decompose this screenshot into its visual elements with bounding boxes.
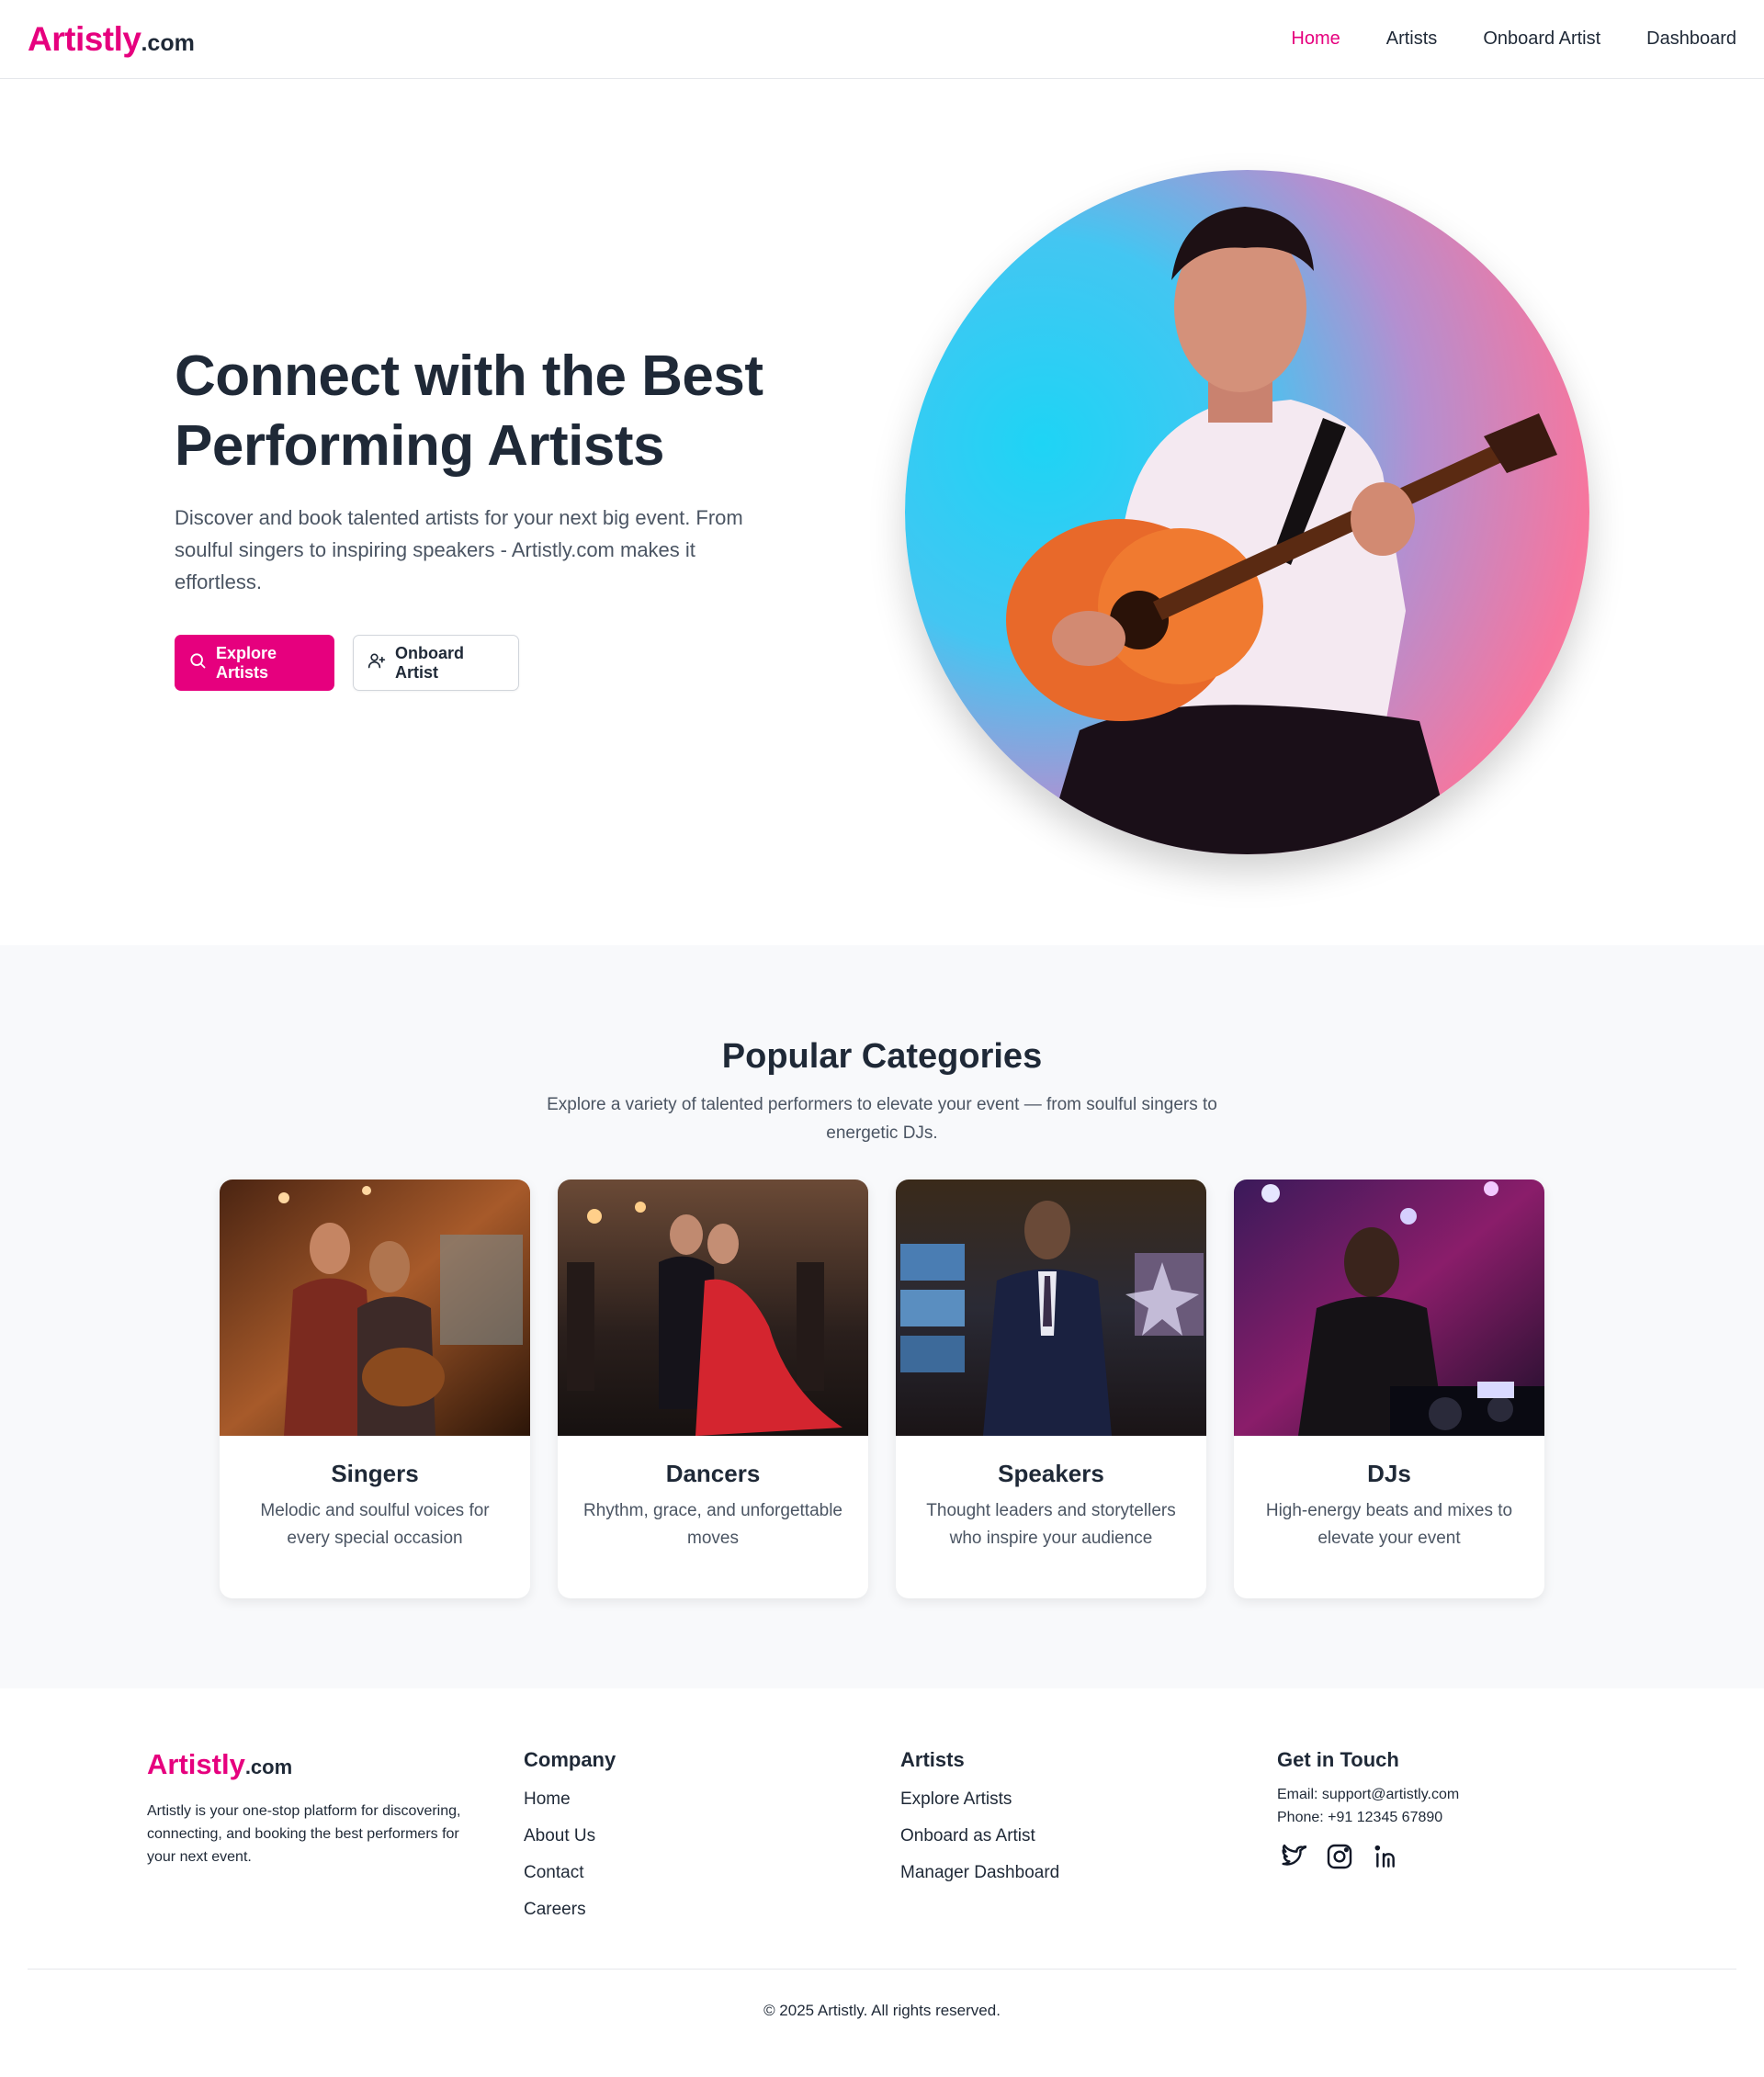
footer-link-explore-artists[interactable]: Explore Artists	[900, 1781, 1059, 1818]
card-desc-singers: Melodic and soulful voices for every spe…	[260, 1501, 490, 1548]
footer-company-heading: Company	[524, 1748, 616, 1771]
categories-subtitle: Explore a variety of talented performers…	[547, 1095, 1217, 1143]
footer-copyright: © 2025 Artistly. All rights reserved.	[763, 2002, 1001, 2019]
hero-guitarist-image	[905, 170, 1589, 854]
footer-artists: Artists Explore Artists Onboard as Artis…	[900, 1748, 1059, 1891]
category-card-speakers[interactable]: Speakers Thought leaders and storyteller…	[896, 1180, 1206, 1598]
footer-divider	[28, 1969, 1736, 1970]
card-body: DJs High-energy beats and mixes to eleva…	[1234, 1436, 1544, 1552]
footer: Artistly .com Artistly is your one-stop p…	[0, 1688, 1764, 2077]
hero-subtitle: Discover and book talented artists for y…	[175, 506, 743, 593]
logo-tld: .com	[141, 29, 195, 56]
card-desc-dancers: Rhythm, grace, and unforgettable moves	[582, 1501, 842, 1548]
card-title-singers: Singers	[331, 1460, 419, 1487]
card-body: Dancers Rhythm, grace, and unforgettable…	[558, 1436, 868, 1552]
twitter-icon[interactable]	[1277, 1842, 1308, 1871]
footer-contact-heading: Get in Touch	[1277, 1748, 1399, 1771]
footer-logo-brand: Artistly	[147, 1748, 245, 1780]
category-card-djs[interactable]: DJs High-energy beats and mixes to eleva…	[1234, 1180, 1544, 1598]
nav-link-artists[interactable]: Artists	[1386, 28, 1438, 50]
nav-link-onboard-artist[interactable]: Onboard Artist	[1483, 28, 1600, 50]
footer-link-careers[interactable]: Careers	[524, 1891, 616, 1928]
nav-links: Home Artists Onboard Artist Dashboard	[1291, 28, 1736, 50]
footer-link-manager-dashboard[interactable]: Manager Dashboard	[900, 1855, 1059, 1891]
footer-link-about-us[interactable]: About Us	[524, 1818, 616, 1855]
nav-link-dashboard[interactable]: Dashboard	[1646, 28, 1736, 50]
card-desc-djs: High-energy beats and mixes to elevate y…	[1265, 1501, 1513, 1548]
footer-social	[1277, 1842, 1459, 1871]
footer-artists-links: Explore Artists Onboard as Artist Manage…	[900, 1781, 1059, 1891]
footer-logo-tld: .com	[244, 1755, 293, 1778]
footer-link-contact[interactable]: Contact	[524, 1855, 616, 1891]
card-body: Speakers Thought leaders and storyteller…	[896, 1436, 1206, 1552]
onboard-artist-button[interactable]: Onboard Artist	[353, 635, 519, 691]
footer-description: Artistly is your one-stop platform for d…	[147, 1803, 461, 1865]
explore-artists-label: Explore Artists	[216, 643, 277, 682]
speakers-image	[896, 1180, 1206, 1436]
card-desc-speakers: Thought leaders and storytellers who ins…	[926, 1501, 1176, 1548]
search-icon	[188, 651, 207, 674]
hero-text: Connect with the Best Performing Artists…	[175, 342, 799, 691]
footer-phone[interactable]: Phone: +91 12345 67890	[1277, 1806, 1459, 1829]
footer-contact-info: Email: support@artistly.com Phone: +91 1…	[1277, 1783, 1459, 1829]
navbar: Artistly .com Home Artists Onboard Artist…	[0, 0, 1764, 79]
linkedin-icon[interactable]	[1373, 1842, 1402, 1871]
user-plus-icon	[368, 651, 386, 674]
footer-link-onboard-as-artist[interactable]: Onboard as Artist	[900, 1818, 1059, 1855]
dancers-image	[558, 1180, 868, 1436]
instagram-icon[interactable]	[1325, 1842, 1354, 1871]
footer-link-home[interactable]: Home	[524, 1781, 616, 1818]
singers-image	[220, 1180, 530, 1436]
logo[interactable]: Artistly .com	[28, 20, 195, 59]
card-title-dancers: Dancers	[665, 1460, 761, 1487]
category-card-dancers[interactable]: Dancers Rhythm, grace, and unforgettable…	[558, 1180, 868, 1598]
category-cards: Singers Melodic and soulful voices for e…	[220, 1180, 1544, 1598]
logo-brand: Artistly	[28, 19, 141, 58]
hero-section: Connect with the Best Performing Artists…	[0, 80, 1764, 945]
footer-logo[interactable]: Artistly .com	[147, 1748, 487, 1781]
footer-email[interactable]: Email: support@artistly.com	[1277, 1783, 1459, 1806]
categories-title: Popular Categories	[721, 1037, 1043, 1076]
category-card-singers[interactable]: Singers Melodic and soulful voices for e…	[220, 1180, 530, 1598]
footer-company-links: Home About Us Contact Careers	[524, 1781, 616, 1928]
card-title-speakers: Speakers	[998, 1460, 1104, 1487]
nav-link-home[interactable]: Home	[1291, 28, 1340, 50]
djs-image	[1234, 1180, 1544, 1436]
hero-buttons: Explore Artists Onboard Artist	[175, 635, 799, 691]
footer-artists-heading: Artists	[900, 1748, 965, 1771]
popular-categories-section: Popular Categories Explore a variety of …	[0, 945, 1764, 1688]
hero-title: Connect with the Best Performing Artists	[175, 344, 763, 478]
footer-contact: Get in Touch Email: support@artistly.com…	[1277, 1748, 1459, 1871]
footer-company: Company Home About Us Contact Careers	[524, 1748, 616, 1928]
footer-about: Artistly .com Artistly is your one-stop p…	[147, 1748, 487, 1868]
explore-artists-button[interactable]: Explore Artists	[175, 635, 334, 691]
card-title-djs: DJs	[1367, 1460, 1411, 1487]
card-body: Singers Melodic and soulful voices for e…	[220, 1436, 530, 1552]
onboard-artist-label: Onboard Artist	[395, 643, 464, 682]
